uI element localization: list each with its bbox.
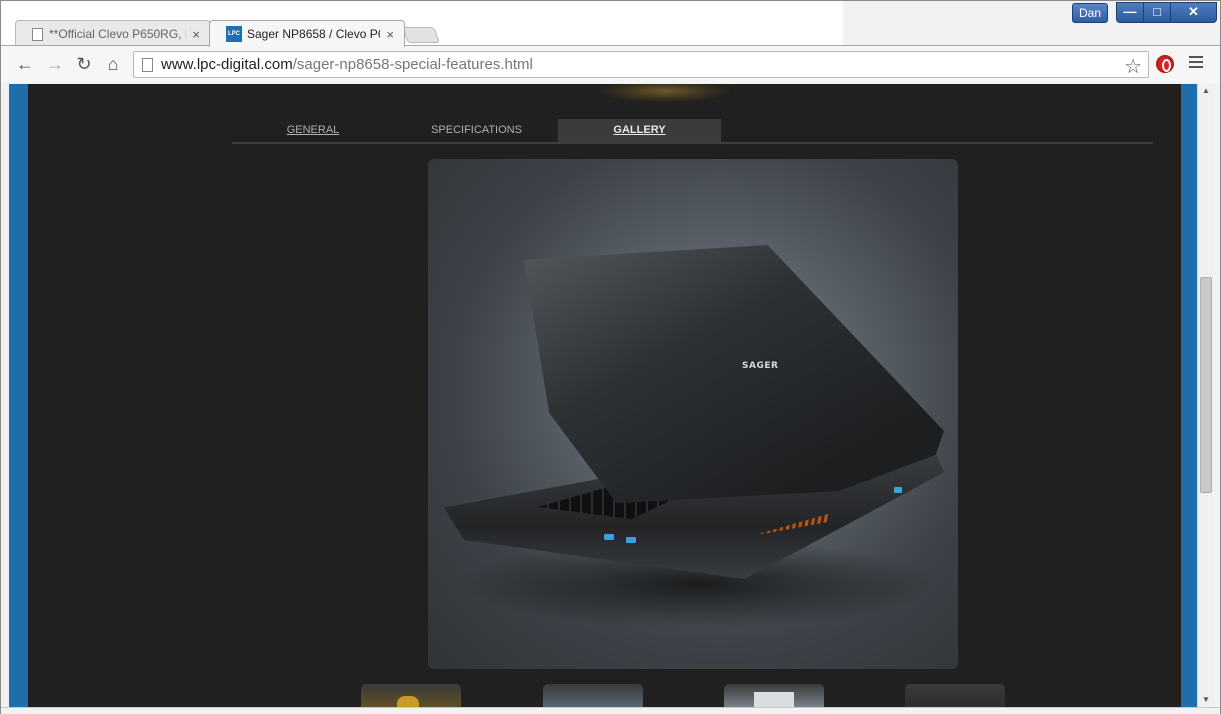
page-icon	[142, 57, 153, 72]
extension-icon[interactable]	[1156, 55, 1174, 73]
url-host: www.lpc-digital.com	[161, 56, 293, 73]
address-bar[interactable]: www.lpc-digital.com/sager-np8658-special…	[133, 51, 1149, 78]
content-panel: GENERAL SPECIFICATIONS GALLERY SAGER	[28, 84, 1181, 707]
scrollbar-thumb[interactable]	[1200, 277, 1212, 493]
browser-toolbar: ← → ↻ ⌂ www.lpc-digital.com/sager-np8658…	[1, 45, 1220, 83]
gallery-thumbnail[interactable]	[361, 684, 461, 707]
browser-window: **Official Clevo P650RG, P × LPC Sager N…	[0, 0, 1221, 714]
page-icon	[32, 27, 43, 41]
tab-strip: **Official Clevo P650RG, P × LPC Sager N…	[1, 1, 843, 47]
profile-button[interactable]: Dan	[1072, 3, 1108, 23]
gallery-main-image[interactable]: SAGER	[428, 159, 958, 669]
laptop-lid-logo: SAGER	[742, 361, 779, 371]
url-path: /sager-np8658-special-features.html	[292, 56, 533, 73]
browser-tab-clevo[interactable]: **Official Clevo P650RG, P ×	[15, 20, 211, 47]
gallery-thumbnail[interactable]	[543, 684, 643, 707]
back-button[interactable]: ←	[13, 53, 37, 75]
scroll-up-arrow-icon[interactable]: ▲	[1198, 84, 1214, 98]
maximize-button[interactable]: □	[1143, 2, 1171, 23]
close-window-button[interactable]: ✕	[1170, 2, 1217, 23]
home-button[interactable]: ⌂	[101, 53, 125, 75]
bookmark-star-icon[interactable]: ☆	[1124, 54, 1142, 79]
tab-title: **Official Clevo P650RG, P	[49, 27, 187, 41]
tab-general[interactable]: GENERAL	[232, 119, 394, 142]
forward-button[interactable]: →	[43, 53, 67, 75]
minimize-button[interactable]: —	[1116, 2, 1144, 23]
page-viewport: GENERAL SPECIFICATIONS GALLERY SAGER	[9, 84, 1197, 707]
tab-gallery[interactable]: GALLERY	[558, 119, 721, 142]
vertical-scrollbar[interactable]: ▲ ▼	[1197, 84, 1214, 707]
usb-port-icon	[604, 534, 614, 540]
menu-icon[interactable]	[1189, 56, 1203, 72]
close-tab-icon[interactable]: ×	[386, 27, 394, 42]
gallery-thumbnails	[361, 684, 1011, 707]
tab-specifications[interactable]: SPECIFICATIONS	[395, 119, 558, 142]
usb-port-icon	[894, 487, 902, 493]
usb-port-icon	[626, 537, 636, 543]
browser-tab-sager[interactable]: LPC Sager NP8658 / Clevo P65 ×	[209, 20, 405, 47]
new-tab-button[interactable]	[402, 27, 440, 43]
tab-title: Sager NP8658 / Clevo P65	[247, 27, 381, 41]
gallery-thumbnail[interactable]	[905, 684, 1005, 707]
scroll-down-arrow-icon[interactable]: ▼	[1198, 693, 1214, 707]
lpc-favicon-icon: LPC	[226, 26, 242, 42]
header-image-fragment	[600, 84, 730, 102]
gallery-thumbnail[interactable]	[724, 684, 824, 707]
reload-button[interactable]: ↻	[72, 53, 96, 75]
product-tabs: GENERAL SPECIFICATIONS GALLERY	[232, 119, 1153, 144]
close-tab-icon[interactable]: ×	[192, 27, 200, 42]
window-bottom-edge	[1, 707, 1220, 714]
